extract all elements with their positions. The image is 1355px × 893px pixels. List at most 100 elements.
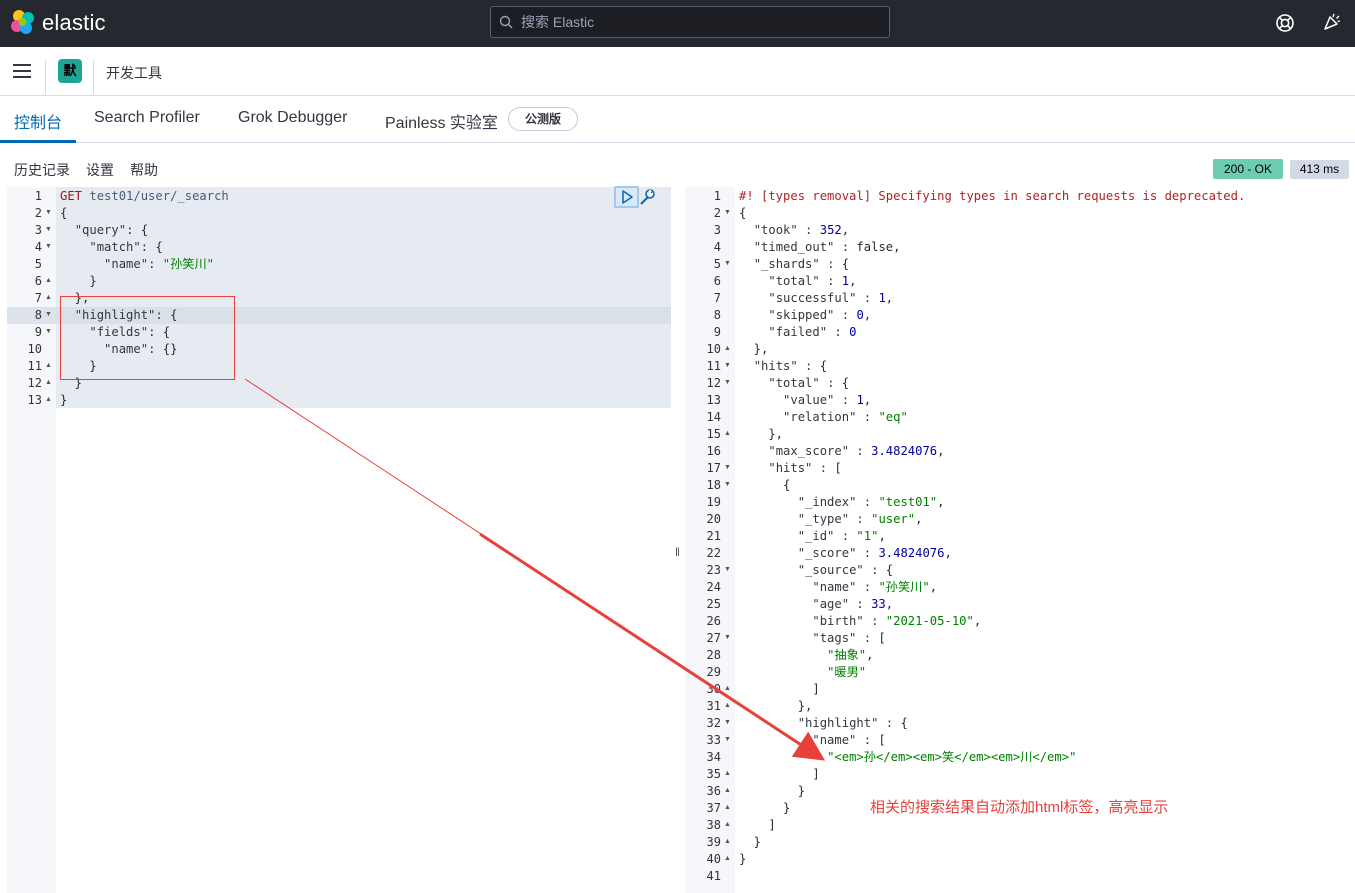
code-line: ] bbox=[739, 682, 820, 696]
fold-toggle-icon[interactable]: ▲ bbox=[45, 277, 52, 284]
fold-toggle-icon[interactable]: ▼ bbox=[724, 634, 731, 641]
code-line: "hits" : { bbox=[753, 359, 828, 373]
code-line[interactable]: { bbox=[60, 205, 67, 222]
fold-toggle-icon[interactable]: ▲ bbox=[724, 804, 731, 811]
fold-toggle-icon[interactable]: ▼ bbox=[724, 736, 731, 743]
code-line: }, bbox=[739, 342, 769, 356]
fold-toggle-icon[interactable]: ▼ bbox=[45, 311, 52, 318]
code-line[interactable]: } bbox=[60, 392, 67, 409]
line-number: 8 bbox=[713, 308, 721, 322]
code-line: "抽象", bbox=[827, 648, 874, 662]
code-line: "value" : 1, bbox=[783, 393, 872, 407]
line-number: 22 bbox=[706, 546, 721, 560]
fold-toggle-icon[interactable]: ▼ bbox=[724, 260, 731, 267]
code-line: } bbox=[739, 835, 762, 849]
hamburger-menu-icon[interactable] bbox=[13, 63, 31, 79]
code-line: "took" : 352, bbox=[753, 223, 850, 237]
status-badge: 200 - OK bbox=[1213, 159, 1283, 179]
code-line[interactable]: "match": { bbox=[60, 239, 162, 256]
fold-toggle-icon[interactable]: ▼ bbox=[45, 209, 52, 216]
line-number: 16 bbox=[706, 444, 721, 458]
annotation-note: 相关的搜索结果自动添加html标签，高亮显示 bbox=[870, 799, 1169, 816]
fold-toggle-icon[interactable]: ▲ bbox=[45, 379, 52, 386]
code-line: } bbox=[739, 784, 806, 798]
search-input[interactable] bbox=[521, 7, 881, 37]
code-line[interactable]: "query": { bbox=[60, 222, 148, 239]
fold-toggle-icon[interactable]: ▲ bbox=[45, 362, 52, 369]
fold-toggle-icon[interactable]: ▼ bbox=[724, 719, 731, 726]
tab-grok-debugger[interactable]: Grok Debugger bbox=[238, 109, 347, 127]
fold-toggle-icon[interactable]: ▼ bbox=[724, 362, 731, 369]
fold-toggle-icon[interactable]: ▼ bbox=[45, 243, 52, 250]
code-line[interactable]: } bbox=[60, 273, 96, 290]
fold-toggle-icon[interactable]: ▲ bbox=[724, 838, 731, 845]
devtools-tabs: 控制台 Search Profiler Grok Debugger Painle… bbox=[0, 96, 1355, 143]
fold-toggle-icon[interactable]: ▼ bbox=[724, 209, 731, 216]
code-line: }, bbox=[739, 427, 784, 441]
request-time-badge: 413 ms bbox=[1290, 160, 1349, 179]
code-line: }, bbox=[739, 699, 813, 713]
code-line[interactable]: GET test01/user/_search bbox=[60, 188, 229, 205]
line-number: 24 bbox=[706, 580, 721, 594]
space-avatar[interactable]: 默 bbox=[58, 59, 82, 83]
line-number: 7 bbox=[713, 291, 721, 305]
code-line: "_type" : "user", bbox=[797, 512, 923, 526]
fold-toggle-icon[interactable]: ▲ bbox=[724, 702, 731, 709]
fold-toggle-icon[interactable]: ▲ bbox=[724, 855, 731, 862]
fold-toggle-icon[interactable]: ▲ bbox=[724, 685, 731, 692]
breadcrumb[interactable]: 开发工具 bbox=[106, 63, 162, 83]
code-line: "skipped" : 0, bbox=[768, 308, 872, 322]
line-number: 14 bbox=[706, 410, 721, 424]
fold-toggle-icon[interactable]: ▼ bbox=[45, 328, 52, 335]
elastic-logo-icon[interactable] bbox=[10, 9, 36, 35]
code-line: "timed_out" : false, bbox=[753, 240, 901, 254]
newsfeed-icon[interactable] bbox=[1321, 11, 1343, 33]
fold-toggle-icon[interactable]: ▼ bbox=[724, 379, 731, 386]
global-search[interactable] bbox=[490, 6, 890, 38]
line-number: 1 bbox=[713, 189, 721, 203]
annotation-box bbox=[60, 296, 235, 380]
tab-console[interactable]: 控制台 bbox=[14, 109, 62, 133]
console-menu: 历史记录 设置 帮助 bbox=[0, 143, 1355, 187]
code-line: "highlight" : { bbox=[797, 716, 908, 730]
line-number: 10 bbox=[27, 342, 42, 356]
line-number: 34 bbox=[706, 750, 721, 764]
line-number: 4 bbox=[713, 240, 721, 254]
wrench-icon[interactable] bbox=[638, 187, 656, 207]
fold-toggle-icon[interactable]: ▼ bbox=[45, 226, 52, 233]
fold-toggle-icon[interactable]: ▲ bbox=[724, 345, 731, 352]
fold-toggle-icon[interactable]: ▲ bbox=[724, 770, 731, 777]
code-line: "暖男" bbox=[827, 665, 867, 679]
settings-menu[interactable]: 设置 bbox=[86, 160, 114, 180]
resize-handle-icon[interactable]: ‖ bbox=[675, 545, 680, 559]
fold-toggle-icon[interactable]: ▲ bbox=[724, 787, 731, 794]
fold-toggle-icon[interactable]: ▲ bbox=[724, 430, 731, 437]
play-icon bbox=[622, 190, 633, 204]
panel-divider[interactable] bbox=[671, 187, 685, 893]
fold-toggle-icon[interactable]: ▼ bbox=[724, 566, 731, 573]
fold-toggle-icon[interactable]: ▼ bbox=[724, 481, 731, 488]
code-line: "max_score" : 3.4824076, bbox=[768, 444, 945, 458]
code-line[interactable]: "name": "孙笑川" bbox=[60, 256, 214, 273]
code-line: "birth" : "2021-05-10", bbox=[812, 614, 982, 628]
line-number: 1 bbox=[34, 189, 42, 203]
tab-painless-lab[interactable]: Painless 实验室 bbox=[385, 109, 498, 133]
divider bbox=[45, 60, 46, 94]
send-request-button[interactable] bbox=[614, 186, 639, 208]
search-icon bbox=[499, 15, 513, 29]
code-line: "age" : 33, bbox=[812, 597, 894, 611]
code-line: } bbox=[739, 801, 791, 815]
code-line: "_score" : 3.4824076, bbox=[797, 546, 952, 560]
code-line: "total" : { bbox=[768, 376, 850, 390]
help-lifebuoy-icon[interactable] bbox=[1274, 12, 1296, 34]
fold-toggle-icon[interactable]: ▼ bbox=[724, 464, 731, 471]
fold-toggle-icon[interactable]: ▲ bbox=[724, 821, 731, 828]
help-menu[interactable]: 帮助 bbox=[130, 160, 158, 180]
fold-toggle-icon[interactable]: ▲ bbox=[45, 396, 52, 403]
history-menu[interactable]: 历史记录 bbox=[14, 160, 70, 180]
fold-toggle-icon[interactable]: ▲ bbox=[45, 294, 52, 301]
code-line: "_source" : { bbox=[797, 563, 894, 577]
tab-search-profiler[interactable]: Search Profiler bbox=[94, 109, 200, 127]
code-line: "<em>孙</em><em>笑</em><em>川</em>" bbox=[827, 750, 1077, 764]
code-line: "total" : 1, bbox=[768, 274, 857, 288]
